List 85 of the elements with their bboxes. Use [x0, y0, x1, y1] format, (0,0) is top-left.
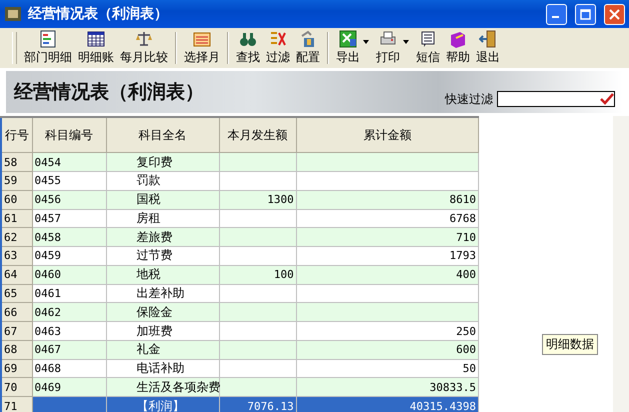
row-number: 63: [1, 246, 32, 266]
row-number: 66: [1, 302, 32, 322]
table-cell: 【利润】: [106, 396, 220, 412]
table-cell: 710: [296, 228, 478, 247]
table-cell: 0462: [32, 302, 106, 322]
toolbar-button[interactable]: 过滤: [263, 28, 293, 68]
table-cell: 保险金: [106, 302, 220, 322]
toolbar-button[interactable]: 退出: [473, 28, 503, 68]
toolbar-button[interactable]: 选择月: [181, 28, 223, 68]
table-cell: 0458: [32, 228, 106, 247]
toolbar-button[interactable]: 打印: [373, 28, 403, 68]
table-cell: 1300: [219, 190, 296, 210]
toolbar-icon: [193, 30, 211, 48]
row-number: 67: [1, 322, 32, 340]
table-cell: 0469: [32, 378, 106, 397]
tooltip: 明细数据: [542, 334, 598, 355]
row-number: 69: [1, 359, 32, 378]
table-cell: 600: [296, 340, 478, 360]
row-number: 61: [1, 209, 32, 228]
table-cell: 7076.13: [219, 396, 296, 412]
column-header[interactable]: 科目编号: [32, 117, 106, 153]
caret-icon[interactable]: [363, 40, 369, 44]
table-cell: 0463: [32, 322, 106, 340]
app-icon: [4, 5, 22, 23]
check-icon[interactable]: [600, 93, 614, 105]
toolbar-button[interactable]: 部门明细: [21, 28, 75, 68]
table-cell: 罚款: [106, 172, 220, 190]
table-cell: 差旅费: [106, 228, 220, 247]
column-header[interactable]: 行号: [1, 117, 32, 153]
table-cell: 100: [219, 265, 296, 284]
row-number: 62: [1, 228, 32, 247]
toolbar-button[interactable]: 每月比较: [117, 28, 171, 68]
filter-field[interactable]: [497, 91, 615, 107]
toolbar-icon: [269, 30, 287, 48]
row-number: 68: [1, 340, 32, 360]
close-button[interactable]: [604, 4, 625, 24]
minimize-button[interactable]: [546, 4, 567, 24]
table-cell: 生活及各项杂费: [106, 378, 220, 397]
toolbar-button[interactable]: 短信: [413, 28, 443, 68]
close-icon: [609, 8, 620, 20]
table-cell: 30833.5: [296, 378, 478, 397]
table-cell: 复印费: [106, 152, 220, 172]
table-cell: 0454: [32, 152, 106, 172]
toolbar-button[interactable]: 配置: [293, 28, 323, 68]
window-title: 经营情况表（利润表）: [28, 5, 169, 23]
row-number: 59: [1, 172, 32, 190]
report-title: 经营情况表（利润表）: [14, 80, 205, 105]
column-header[interactable]: 科目全名: [106, 117, 220, 153]
toolbar-button[interactable]: 明细账: [75, 28, 117, 68]
row-number: 71: [1, 396, 32, 412]
toolbar-icon: [135, 30, 153, 48]
table-cell: 过节费: [106, 246, 220, 266]
toolbar-icon: [299, 30, 317, 48]
toolbar-button[interactable]: 导出: [333, 28, 363, 68]
column-header[interactable]: 本月发生额: [219, 117, 296, 153]
minimize-icon: [552, 16, 559, 18]
column-header[interactable]: 累计金额: [296, 117, 478, 153]
table-cell: 250: [296, 322, 478, 340]
maximize-icon: [580, 8, 591, 20]
row-number: 65: [1, 284, 32, 303]
table-cell: 400: [296, 265, 478, 284]
toolbar-button[interactable]: 帮助: [443, 28, 473, 68]
caret-icon[interactable]: [403, 40, 409, 44]
table-cell: 40315.4398: [296, 396, 478, 412]
toolbar-icon: [449, 30, 467, 48]
table-cell: 1793: [296, 246, 478, 266]
table-cell: 8610: [296, 190, 478, 210]
table-cell: 0455: [32, 172, 106, 190]
table-cell: 地税: [106, 265, 220, 284]
toolbar-button[interactable]: 查找: [233, 28, 263, 68]
table-cell: 国税: [106, 190, 220, 210]
filter-label: 快速过滤: [445, 90, 493, 108]
row-number: 64: [1, 265, 32, 284]
row-number: 58: [1, 152, 32, 172]
table-cell: 礼金: [106, 340, 220, 360]
toolbar-icon: [479, 30, 497, 48]
maximize-button[interactable]: [575, 4, 596, 24]
table-cell: 加班费: [106, 322, 220, 340]
table-cell: 0456: [32, 190, 106, 210]
row-number: 70: [1, 378, 32, 397]
toolbar-icon: [239, 30, 257, 48]
table-cell: 0460: [32, 265, 106, 284]
row-number: 60: [1, 190, 32, 210]
table-cell: 0467: [32, 340, 106, 360]
table-cell: 0459: [32, 246, 106, 266]
